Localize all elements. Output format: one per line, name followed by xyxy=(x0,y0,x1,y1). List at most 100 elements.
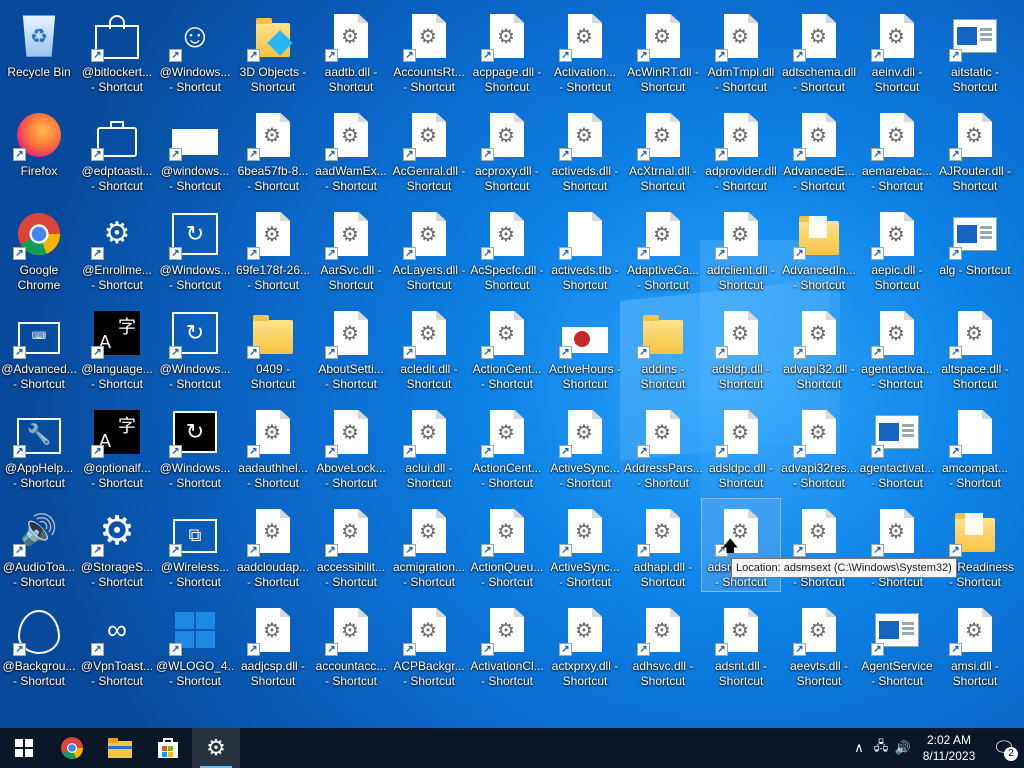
desktop-icon[interactable]: ∞ ↗ @VpnToast... - Shortcut xyxy=(78,598,156,690)
desktop-icon[interactable]: ⚙ ↗ AcSpecfc.dll - Shortcut xyxy=(468,202,546,294)
desktop-icon[interactable]: ↗ @bitlockert... - Shortcut xyxy=(78,4,156,96)
notification-center-button[interactable]: 🗨 2 xyxy=(984,728,1024,768)
desktop-icon[interactable]: ↗ @windows... - Shortcut xyxy=(156,103,234,195)
desktop-icon[interactable]: ⚙ ↗ ActiveSync... - Shortcut xyxy=(546,400,624,492)
desktop-icon[interactable]: ↗ @WLOGO_4... - Shortcut xyxy=(156,598,234,690)
desktop-icon[interactable]: ↗ 0409 - Shortcut xyxy=(234,301,312,393)
desktop-icon[interactable]: ⚙ ↗ aepic.dll - Shortcut xyxy=(858,202,936,294)
desktop-icon[interactable]: ⚙ ↗ acproxy.dll - Shortcut xyxy=(468,103,546,195)
desktop-icon[interactable]: ⚙ ↗ aclui.dll - Shortcut xyxy=(390,400,468,492)
desktop-icon[interactable]: ⚙ ↗ acppage.dll - Shortcut xyxy=(468,4,546,96)
start-button[interactable] xyxy=(0,728,48,768)
desktop-icon[interactable]: ☺ ↗ @Windows... - Shortcut xyxy=(156,4,234,96)
desktop-icon[interactable]: ↗ 3D Objects - Shortcut xyxy=(234,4,312,96)
desktop-icon[interactable]: ⚙ ↗ AJRouter.dll - Shortcut xyxy=(936,103,1014,195)
desktop-icon[interactable]: ↗ @edptoasti... - Shortcut xyxy=(78,103,156,195)
desktop-icon[interactable]: ⚙ ↗ ActiveSync... - Shortcut xyxy=(546,499,624,591)
desktop-icon[interactable]: ⚙ ↗ adtschema.dll - Shortcut xyxy=(780,4,858,96)
desktop-icon[interactable]: ⚙ ↗ advapi32.dll - Shortcut xyxy=(780,301,858,393)
taskbar-explorer-button[interactable] xyxy=(96,728,144,768)
desktop-icon[interactable]: ⚙ ↗ AcWinRT.dll - Shortcut xyxy=(624,4,702,96)
network-icon[interactable]: 🖧 xyxy=(870,737,892,759)
volume-icon[interactable]: 🔊 xyxy=(892,740,914,756)
desktop-icon[interactable]: ⚙ ↗ aemarebac... - Shortcut xyxy=(858,103,936,195)
desktop-icon[interactable]: ⚙ ↗ aadjcsp.dll - Shortcut xyxy=(234,598,312,690)
desktop-icon[interactable]: ⚙ ↗ adhsvc.dll - Shortcut xyxy=(624,598,702,690)
desktop-icon[interactable]: ↗ AgentService - Shortcut xyxy=(858,598,936,690)
desktop-icon[interactable]: ⚙ ↗ acmigration... - Shortcut xyxy=(390,499,468,591)
desktop-icon[interactable]: ⚙ ↗ adprovider.dll - Shortcut xyxy=(702,103,780,195)
desktop-icon[interactable]: ⚙ ↗ adsldpc.dll - Shortcut xyxy=(702,400,780,492)
desktop-icon[interactable]: ↗ Firefox xyxy=(0,103,78,195)
desktop-icon[interactable]: ↗ addins - Shortcut xyxy=(624,301,702,393)
desktop-icon[interactable]: ⚙ ↗ @StorageS... - Shortcut xyxy=(78,499,156,591)
desktop-icon[interactable]: ⚙ ↗ ActivationCl... - Shortcut xyxy=(468,598,546,690)
desktop-icon[interactable]: ↗ AdvancedIn... - Shortcut xyxy=(780,202,858,294)
desktop-icon[interactable]: ⚙ ↗ aeevts.dll - Shortcut xyxy=(780,598,858,690)
desktop-icon[interactable]: ⚙ ↗ adsnt.dll - Shortcut xyxy=(702,598,780,690)
desktop-icon[interactable]: ↗ @Backgrou... - Shortcut xyxy=(0,598,78,690)
desktop-icon[interactable]: ↗ activeds.tlb - Shortcut xyxy=(546,202,624,294)
desktop-icon[interactable]: 🔧 ↗ @AppHelp... - Shortcut xyxy=(0,400,78,492)
desktop-icon[interactable]: ⚙ ↗ AcXtrnal.dll - Shortcut xyxy=(624,103,702,195)
desktop-icon[interactable]: ⚙ ↗ ActionCent... - Shortcut xyxy=(468,400,546,492)
desktop-icon[interactable]: ⌨ ↗ @Advanced... - Shortcut xyxy=(0,301,78,393)
desktop-icon[interactable]: ⚙ ↗ aadauthhel... - Shortcut xyxy=(234,400,312,492)
taskbar-store-button[interactable] xyxy=(144,728,192,768)
desktop-icon[interactable]: ⚙ ↗ advapi32res... - Shortcut xyxy=(780,400,858,492)
desktop-icon[interactable]: ⚙ ↗ AdvancedE... - Shortcut xyxy=(780,103,858,195)
desktop-icon[interactable]: ↻ ↗ @Windows... - Shortcut xyxy=(156,202,234,294)
dll-file-icon: ⚙ ↗ xyxy=(481,507,531,557)
desktop[interactable]: ♻ Recycle Bin ↗ @bitlockert... - Shortcut ☺ ↗… xyxy=(0,0,1024,728)
desktop-icon[interactable]: ↻ ↗ @Windows... - Shortcut xyxy=(156,301,234,393)
desktop-icon[interactable]: ⚙ ↗ accessibilit... - Shortcut xyxy=(312,499,390,591)
desktop-icon[interactable]: ⚙ ↗ AcGenral.dll - Shortcut xyxy=(390,103,468,195)
desktop-icon[interactable]: 🔊 ↗ @AudioToa... - Shortcut xyxy=(0,499,78,591)
desktop-icon[interactable]: A 字 ↗ @language... - Shortcut xyxy=(78,301,156,393)
desktop-icon[interactable]: ↗ agentactivat... - Shortcut xyxy=(858,400,936,492)
desktop-icon[interactable]: ⚙ ↗ aeinv.dll - Shortcut xyxy=(858,4,936,96)
desktop-icon[interactable]: ⚙ ↗ activeds.dll - Shortcut xyxy=(546,103,624,195)
taskbar-chrome-button[interactable] xyxy=(48,728,96,768)
desktop-icon[interactable]: ⚙ ↗ aadWamEx... - Shortcut xyxy=(312,103,390,195)
desktop-icon[interactable]: ⚙ ↗ ActionQueu... - Shortcut xyxy=(468,499,546,591)
desktop-icon[interactable]: ⚙ ↗ accountacc... - Shortcut xyxy=(312,598,390,690)
desktop-icon[interactable]: ⚙ ↗ actxprxy.dll - Shortcut xyxy=(546,598,624,690)
clock[interactable]: 2:02 AM 8/11/2023 xyxy=(914,732,984,764)
desktop-icon[interactable]: ⚙ ↗ AdaptiveCa... - Shortcut xyxy=(624,202,702,294)
desktop-icon[interactable]: ♻ Recycle Bin xyxy=(0,4,78,96)
desktop-icon[interactable]: ⚙ ↗ 6bea57fb-8... - Shortcut xyxy=(234,103,312,195)
desktop-icon[interactable]: ⚙ ↗ 69fe178f-26... - Shortcut xyxy=(234,202,312,294)
desktop-icon[interactable]: ⚙ ↗ AboveLock... - Shortcut xyxy=(312,400,390,492)
desktop-icon[interactable]: ⚙ ↗ adhapi.dll - Shortcut xyxy=(624,499,702,591)
desktop-icon[interactable]: ↗ ActiveHours - Shortcut xyxy=(546,301,624,393)
desktop-icon[interactable]: ⚙ ↗ agentactiva... - Shortcut xyxy=(858,301,936,393)
desktop-icon[interactable]: ↗ alg - Shortcut xyxy=(936,202,1014,294)
desktop-icon[interactable]: ⚙ ↗ acledit.dll - Shortcut xyxy=(390,301,468,393)
desktop-icon[interactable]: ⚙ ↗ AcLayers.dll - Shortcut xyxy=(390,202,468,294)
desktop-icon[interactable]: ⚙ ↗ AboutSetti... - Shortcut xyxy=(312,301,390,393)
desktop-icon[interactable]: ⚙ ↗ aadtb.dll - Shortcut xyxy=(312,4,390,96)
desktop-icon[interactable]: ⚙ ↗ aadcloudap... - Shortcut xyxy=(234,499,312,591)
desktop-icon[interactable]: ⚙ ↗ adsldp.dll - Shortcut xyxy=(702,301,780,393)
desktop-icon[interactable]: ⚙ ↗ @Enrollme... - Shortcut xyxy=(78,202,156,294)
desktop-icon[interactable]: ⧉ ↗ @Wireless... - Shortcut xyxy=(156,499,234,591)
desktop-icon[interactable]: ⚙ ↗ adrclient.dll - Shortcut xyxy=(702,202,780,294)
desktop-icon[interactable]: ⚙ ↗ Activation... - Shortcut xyxy=(546,4,624,96)
chevron-up-icon[interactable]: ∧ xyxy=(848,740,870,756)
desktop-icon[interactable]: ⚙ ↗ ActionCent... - Shortcut xyxy=(468,301,546,393)
taskbar-settings-button[interactable]: ⚙ xyxy=(192,728,240,768)
shortcut-arrow-icon: ↗ xyxy=(169,247,182,260)
desktop-icon[interactable]: ↻ ↗ @Windows... - Shortcut xyxy=(156,400,234,492)
desktop-icon[interactable]: ⚙ ↗ ACPBackgr... - Shortcut xyxy=(390,598,468,690)
desktop-icon[interactable]: ↗ amcompat... - Shortcut xyxy=(936,400,1014,492)
desktop-icon[interactable]: ⚙ ↗ AdmTmpl.dll - Shortcut xyxy=(702,4,780,96)
desktop-icon[interactable]: A 字 ↗ @optionalf... - Shortcut xyxy=(78,400,156,492)
desktop-icon[interactable]: ⚙ ↗ AarSvc.dll - Shortcut xyxy=(312,202,390,294)
desktop-icon[interactable]: ⚙ ↗ altspace.dll - Shortcut xyxy=(936,301,1014,393)
desktop-icon[interactable]: ↗ aitstatic - Shortcut xyxy=(936,4,1014,96)
desktop-icon[interactable]: ⚙ ↗ amsi.dll - Shortcut xyxy=(936,598,1014,690)
desktop-icon[interactable]: ↗ Google Chrome xyxy=(0,202,78,294)
desktop-icon[interactable]: ⚙ ↗ AddressPars... - Shortcut xyxy=(624,400,702,492)
desktop-icon[interactable]: ⚙ ↗ AccountsRt... - Shortcut xyxy=(390,4,468,96)
